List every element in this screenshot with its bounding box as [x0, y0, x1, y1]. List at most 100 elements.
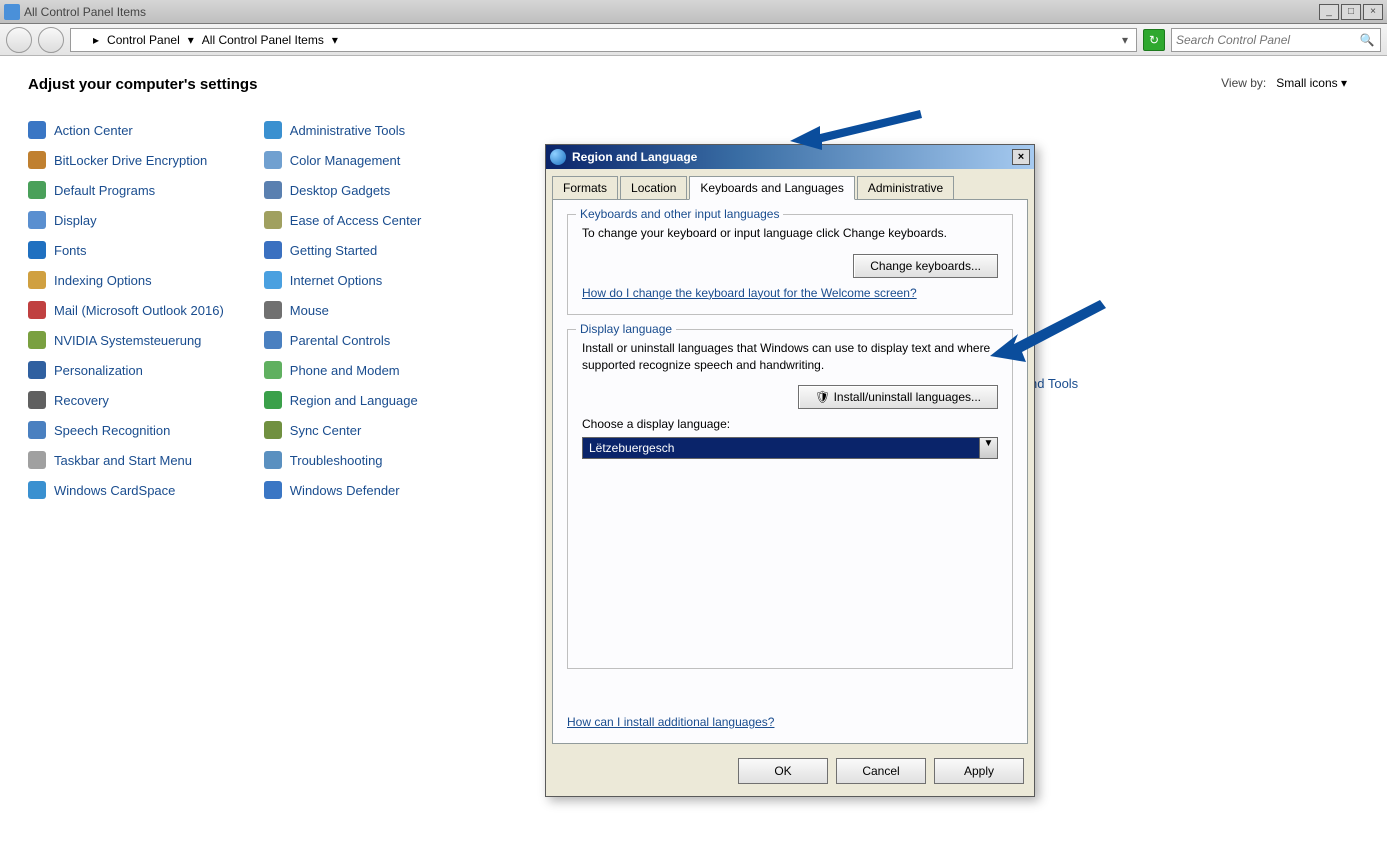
- cp-item[interactable]: Color Management: [264, 151, 422, 169]
- cp-item[interactable]: Mail (Microsoft Outlook 2016): [28, 301, 224, 319]
- page-heading: Adjust your computer's settings: [28, 76, 1359, 93]
- cp-item[interactable]: Phone and Modem: [264, 361, 422, 379]
- dialog-title: Region and Language: [572, 150, 697, 164]
- cp-item[interactable]: Taskbar and Start Menu: [28, 451, 224, 469]
- cp-item-label: Display: [54, 213, 97, 228]
- close-button[interactable]: ×: [1363, 4, 1383, 20]
- cp-item-icon: [28, 451, 46, 469]
- cp-item[interactable]: Indexing Options: [28, 271, 224, 289]
- install-uninstall-button[interactable]: 🛡 Install/uninstall languages...: [798, 385, 998, 409]
- cp-item[interactable]: NVIDIA Systemsteuerung: [28, 331, 224, 349]
- cp-item-label: Region and Language: [290, 393, 418, 408]
- cp-item[interactable]: Desktop Gadgets: [264, 181, 422, 199]
- cp-item-icon: [264, 181, 282, 199]
- address-dropdown[interactable]: ▾: [1118, 33, 1132, 47]
- window-title: All Control Panel Items: [24, 5, 146, 19]
- cp-item[interactable]: Administrative Tools: [264, 121, 422, 139]
- content-area: Adjust your computer's settings View by:…: [0, 56, 1387, 867]
- shield-icon: 🛡: [815, 390, 830, 404]
- chevron-down-icon[interactable]: ▾: [332, 33, 338, 47]
- control-panel-icon: [4, 4, 20, 20]
- view-by: View by: Small icons ▾: [1221, 76, 1347, 90]
- breadcrumb-root[interactable]: Control Panel: [103, 31, 184, 49]
- region-language-dialog: Region and Language × FormatsLocationKey…: [545, 144, 1035, 797]
- maximize-button[interactable]: □: [1341, 4, 1361, 20]
- cp-item[interactable]: Display: [28, 211, 224, 229]
- cancel-button[interactable]: Cancel: [836, 758, 926, 784]
- search-input[interactable]: [1176, 33, 1358, 47]
- back-button[interactable]: [6, 27, 32, 53]
- choose-language-label: Choose a display language:: [582, 417, 998, 431]
- search-box[interactable]: 🔍: [1171, 28, 1381, 52]
- cp-item-label: Windows Defender: [290, 483, 400, 498]
- cp-item-icon: [28, 481, 46, 499]
- cp-item-icon: [28, 271, 46, 289]
- cp-item-icon: [28, 301, 46, 319]
- cp-item-label: Windows CardSpace: [54, 483, 175, 498]
- search-icon[interactable]: 🔍: [1358, 31, 1376, 49]
- cp-item[interactable]: Fonts: [28, 241, 224, 259]
- cp-item[interactable]: Speech Recognition: [28, 421, 224, 439]
- cp-item-label: Action Center: [54, 123, 133, 138]
- cp-item[interactable]: Ease of Access Center: [264, 211, 422, 229]
- cp-item-icon: [28, 121, 46, 139]
- breadcrumb-current[interactable]: All Control Panel Items: [198, 31, 328, 49]
- keyboards-desc: To change your keyboard or input languag…: [582, 225, 998, 242]
- view-by-label: View by:: [1221, 76, 1266, 90]
- cp-item[interactable]: Parental Controls: [264, 331, 422, 349]
- partially-hidden-item[interactable]: nd Tools: [1030, 376, 1078, 391]
- change-keyboards-button[interactable]: Change keyboards...: [853, 254, 998, 278]
- tab-location[interactable]: Location: [620, 176, 687, 200]
- tab-formats[interactable]: Formats: [552, 176, 618, 200]
- minimize-button[interactable]: _: [1319, 4, 1339, 20]
- refresh-button[interactable]: ↻: [1143, 29, 1165, 51]
- cp-item[interactable]: Default Programs: [28, 181, 224, 199]
- cp-item-icon: [28, 361, 46, 379]
- combo-dropdown-button[interactable]: ▼: [980, 437, 998, 459]
- display-language-combo[interactable]: Lëtzebuergesch ▼: [582, 437, 998, 459]
- cp-item-label: Troubleshooting: [290, 453, 383, 468]
- cp-item-label: Taskbar and Start Menu: [54, 453, 192, 468]
- cp-item[interactable]: Sync Center: [264, 421, 422, 439]
- tab-panel: Keyboards and other input languages To c…: [552, 199, 1028, 744]
- cp-item-label: Internet Options: [290, 273, 383, 288]
- cp-item[interactable]: Troubleshooting: [264, 451, 422, 469]
- cp-item-icon: [264, 481, 282, 499]
- welcome-screen-link[interactable]: How do I change the keyboard layout for …: [582, 286, 917, 300]
- install-additional-link[interactable]: How can I install additional languages?: [567, 715, 774, 729]
- apply-button[interactable]: Apply: [934, 758, 1024, 784]
- cp-item-label: Getting Started: [290, 243, 377, 258]
- cp-item-icon: [28, 151, 46, 169]
- cp-item[interactable]: BitLocker Drive Encryption: [28, 151, 224, 169]
- cp-item[interactable]: Region and Language: [264, 391, 422, 409]
- tab-keyboards-and-languages[interactable]: Keyboards and Languages: [689, 176, 854, 200]
- cp-item[interactable]: Getting Started: [264, 241, 422, 259]
- cp-item[interactable]: Internet Options: [264, 271, 422, 289]
- display-language-value: Lëtzebuergesch: [582, 437, 980, 459]
- cp-item-icon: [264, 301, 282, 319]
- cp-item-label: Color Management: [290, 153, 401, 168]
- display-language-desc: Install or uninstall languages that Wind…: [582, 340, 998, 374]
- cp-item-label: Administrative Tools: [290, 123, 405, 138]
- address-bar[interactable]: ▸ Control Panel ▾ All Control Panel Item…: [70, 28, 1137, 52]
- cp-item-label: BitLocker Drive Encryption: [54, 153, 207, 168]
- cp-item-icon: [264, 421, 282, 439]
- cp-item-label: Indexing Options: [54, 273, 152, 288]
- dialog-close-button[interactable]: ×: [1012, 149, 1030, 165]
- view-by-value[interactable]: Small icons ▾: [1276, 76, 1347, 90]
- cp-item-label: Default Programs: [54, 183, 155, 198]
- dialog-titlebar[interactable]: Region and Language ×: [546, 145, 1034, 169]
- cp-item[interactable]: Windows CardSpace: [28, 481, 224, 499]
- cp-item-icon: [28, 241, 46, 259]
- cp-item[interactable]: Mouse: [264, 301, 422, 319]
- tab-administrative[interactable]: Administrative: [857, 176, 954, 200]
- cp-item[interactable]: Recovery: [28, 391, 224, 409]
- forward-button[interactable]: [38, 27, 64, 53]
- ok-button[interactable]: OK: [738, 758, 828, 784]
- chevron-down-icon[interactable]: ▾: [188, 33, 194, 47]
- cp-item[interactable]: Personalization: [28, 361, 224, 379]
- cp-item[interactable]: Windows Defender: [264, 481, 422, 499]
- cp-item[interactable]: Action Center: [28, 121, 224, 139]
- cp-item-label: Ease of Access Center: [290, 213, 422, 228]
- cp-item-label: Desktop Gadgets: [290, 183, 390, 198]
